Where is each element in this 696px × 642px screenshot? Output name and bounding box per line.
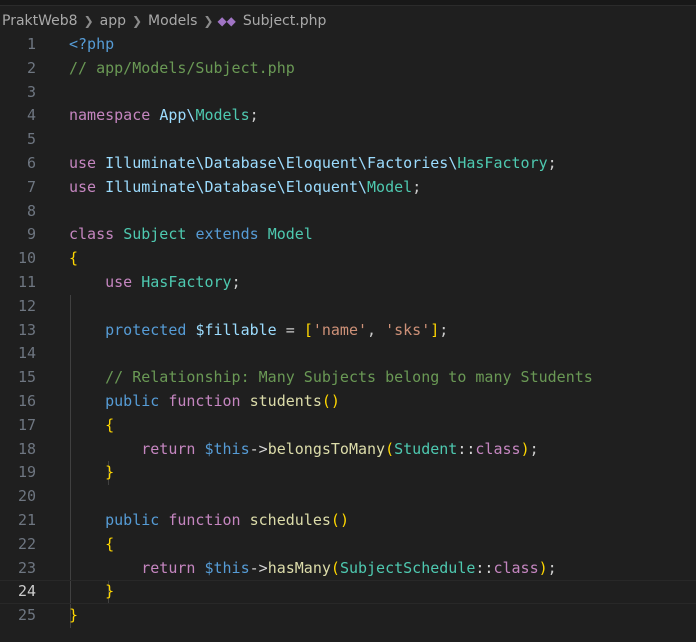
line-number: 9 [26,225,36,244]
line-number: 13 [17,320,36,339]
breadcrumb-file[interactable]: Subject.php [241,13,328,29]
line-number: 11 [17,272,36,291]
line-number: 16 [17,391,36,410]
breadcrumb-folder-app[interactable]: app [98,13,128,29]
code-line[interactable]: public function students() [69,390,696,414]
line-number: 15 [17,368,36,387]
line-number: 2 [26,58,36,77]
breadcrumb-project[interactable]: PraktWeb8 [0,13,80,29]
breadcrumb: PraktWeb8 ❯ app ❯ Models ❯ ◆◆ Subject.ph… [0,8,328,34]
code-line[interactable]: public function schedules() [69,509,696,533]
code-line[interactable]: return $this->hasMany(SubjectSchedule::c… [69,557,696,581]
code-line[interactable]: { [69,533,696,557]
code-line[interactable]: return $this->belongsToMany(Student::cla… [69,438,696,462]
code-line[interactable]: } [69,604,696,628]
line-number: 7 [26,177,36,196]
code-line[interactable]: { [69,414,696,438]
line-number: 5 [26,130,36,149]
line-number: 22 [17,534,36,553]
chevron-right-icon: ❯ [131,14,143,28]
code-line[interactable]: protected $fillable = ['name', 'sks']; [69,319,696,343]
breadcrumb-folder-models[interactable]: Models [146,13,199,29]
code-line[interactable] [69,295,696,319]
line-number-gutter: 1 2 3 4 5 6 7 8 9 10 11 12 13 14 15 16 1… [0,33,50,628]
code-line[interactable] [69,200,696,224]
tab-bar-edge [0,0,696,6]
line-number: 14 [17,344,36,363]
line-number: 17 [17,415,36,434]
line-number: 23 [17,558,36,577]
code-line[interactable]: namespace App\Models; [69,104,696,128]
code-line[interactable]: { [69,247,696,271]
code-line[interactable] [69,342,696,366]
code-line[interactable]: use Illuminate\Database\Eloquent\Factori… [69,152,696,176]
line-number: 1 [26,35,36,53]
line-number: 21 [17,510,36,529]
code-line[interactable]: use HasFactory; [69,271,696,295]
code-line[interactable]: // app/Models/Subject.php [69,57,696,81]
code-line[interactable] [69,485,696,509]
code-line[interactable]: use Illuminate\Database\Eloquent\Model; [69,176,696,200]
line-number: 10 [17,249,36,268]
line-number: 25 [17,606,36,625]
php-elephant-icon: ◆◆ [217,14,236,28]
code-area[interactable]: <?php// app/Models/Subject.php namespace … [0,33,696,628]
code-line[interactable] [69,81,696,105]
code-line[interactable]: } [69,461,696,485]
chevron-right-icon: ❯ [203,14,214,28]
code-line[interactable]: class Subject extends Model [69,223,696,247]
code-line[interactable] [69,128,696,152]
code-editor[interactable]: PraktWeb8 ❯ app ❯ Models ❯ ◆◆ Subject.ph… [0,0,696,642]
chevron-right-icon: ❯ [83,14,94,28]
code-line[interactable]: // Relationship: Many Subjects belong to… [69,366,696,390]
line-number: 12 [17,296,36,315]
code-line[interactable]: } [0,580,696,604]
line-number: 4 [26,106,36,125]
line-number: 20 [17,487,36,506]
line-number: 18 [17,439,36,458]
line-number: 8 [26,201,36,220]
line-number: 6 [26,153,36,172]
code-line[interactable]: <?php [69,33,696,57]
line-number: 19 [17,463,36,482]
line-number: 3 [26,82,36,101]
